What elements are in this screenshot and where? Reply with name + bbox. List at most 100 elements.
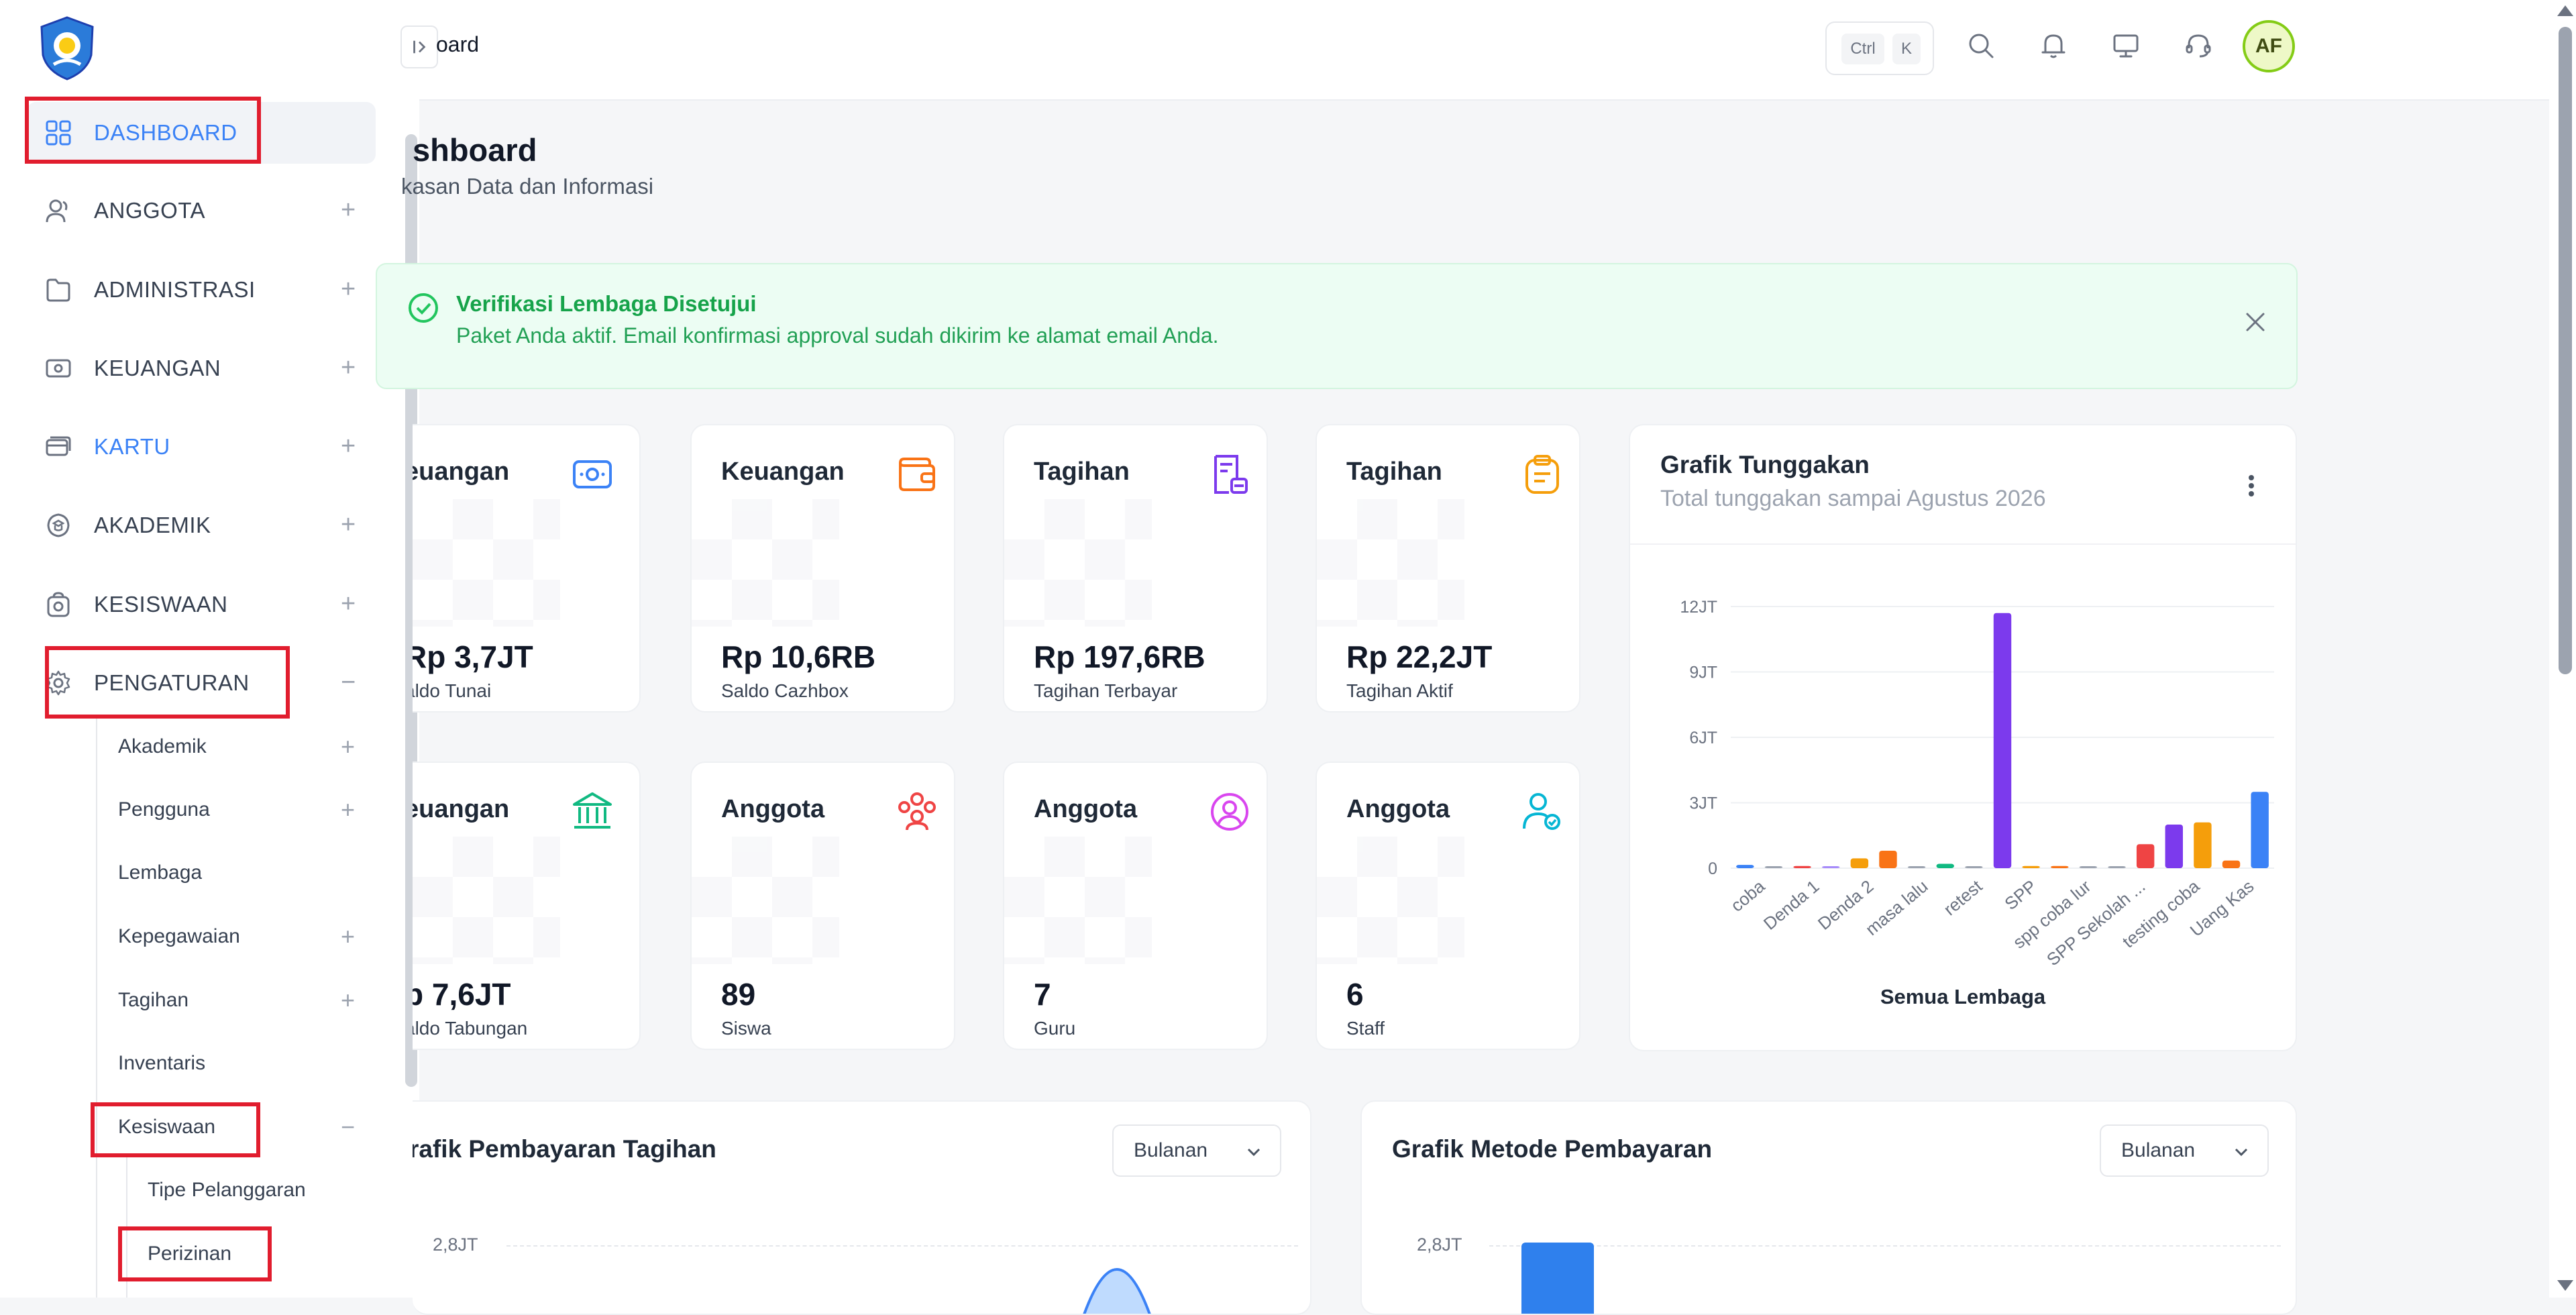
headset-icon[interactable] — [2184, 31, 2213, 60]
period-select[interactable]: Bulanan — [1112, 1124, 1281, 1177]
bar — [2194, 822, 2212, 868]
bell-icon[interactable] — [2039, 31, 2068, 60]
nav-item-akademik[interactable]: AKADEMIK + — [27, 494, 376, 556]
expand-icon[interactable]: + — [341, 590, 356, 617]
y-tick-label: 9JT — [1689, 664, 1717, 682]
card-label: aldo Tabungan — [413, 1018, 528, 1039]
sub-item-tagihan[interactable]: Tagihan + — [118, 974, 373, 1027]
sub-item-kesiswaan[interactable]: Kesiswaan − — [118, 1100, 373, 1154]
nav-label: KARTU — [94, 434, 170, 459]
money-icon — [46, 359, 71, 378]
chevron-down-icon — [1247, 1148, 1260, 1157]
bar — [2051, 865, 2069, 868]
close-icon[interactable] — [2242, 309, 2269, 335]
bar — [2136, 844, 2155, 868]
nav-item-pengaturan[interactable]: PENGATURAN − — [27, 652, 376, 714]
card-label: Staff — [1346, 1018, 1385, 1039]
success-alert: Verifikasi Lembaga Disetujui Paket Anda … — [376, 263, 2298, 389]
stat-card-saldo-cazhbox[interactable]: Keuangan Rp 10,6RB Saldo Cazhbox — [690, 424, 955, 713]
chart-card-pembayaran-tagihan: rafik Pembayaran Tagihan Bulanan 2,8JT — [413, 1100, 1311, 1315]
card-pattern — [413, 837, 560, 964]
chart-title: Grafik Tunggakan — [1660, 451, 1870, 478]
check-circle-icon — [409, 293, 438, 323]
card-title: Tagihan — [1346, 458, 1442, 486]
bar — [1793, 865, 1811, 868]
select-value: Bulanan — [2121, 1139, 2196, 1161]
sub-item-akademik[interactable]: Akademik + — [118, 720, 373, 774]
stat-card-saldo-tabungan[interactable]: euangan p 7,6JT aldo Tabungan — [413, 761, 641, 1050]
sub-item-pengguna[interactable]: Pengguna + — [118, 783, 373, 837]
nav-item-keuangan[interactable]: KEUANGAN + — [27, 337, 376, 399]
nav-label: PENGATURAN — [94, 670, 250, 695]
scroll-down-arrow-icon[interactable] — [2557, 1280, 2573, 1291]
bar — [1965, 866, 1983, 868]
user-check-icon — [1523, 793, 1560, 830]
divider — [1630, 543, 2296, 545]
card-value: p 7,6JT — [413, 977, 511, 1012]
card-title: Anggota — [1346, 795, 1450, 823]
sidebar: DASHBOARD ANGGOTA + ADMINISTRASI + KEUAN… — [0, 0, 419, 1298]
stat-card-siswa[interactable]: Anggota 89 Siswa — [690, 761, 955, 1050]
expand-icon[interactable]: + — [341, 796, 355, 823]
stat-card-tagihan-aktif[interactable]: Tagihan Rp 22,2JT Tagihan Aktif — [1316, 424, 1580, 713]
sidebar-toggle-icon[interactable] — [400, 25, 438, 68]
kbd-k: K — [1892, 34, 1921, 64]
collapse-icon[interactable]: − — [341, 1114, 355, 1141]
search-shortcut[interactable]: Ctrl K — [1825, 21, 1934, 75]
sub-item-lembaga[interactable]: Lembaga — [118, 846, 373, 900]
grid-icon — [46, 120, 71, 146]
sub-sub-item-perizinan[interactable]: Perizinan — [148, 1227, 369, 1281]
gear-icon — [46, 670, 70, 696]
expand-icon[interactable]: + — [341, 354, 356, 381]
expand-icon[interactable]: + — [341, 923, 355, 950]
stat-card-saldo-tunai[interactable]: euangan Rp 3,7JT aldo Tunai — [413, 424, 641, 713]
stat-card-staff[interactable]: Anggota 6 Staff — [1316, 761, 1580, 1050]
expand-icon[interactable]: + — [341, 197, 356, 223]
collapse-icon[interactable]: − — [341, 669, 356, 696]
folder-icon — [46, 278, 70, 302]
alert-message: Paket Anda aktif. Email konfirmasi appro… — [456, 323, 1219, 348]
avatar[interactable]: AF — [2243, 20, 2295, 72]
user-circle-icon — [1211, 793, 1248, 831]
student-icon — [47, 592, 70, 617]
expand-icon[interactable]: + — [341, 987, 355, 1014]
bar — [1850, 858, 1869, 868]
chart-title: Grafik Metode Pembayaran — [1392, 1135, 1713, 1163]
y-tick-label: 3JT — [1689, 794, 1717, 813]
stat-card-tagihan-terbayar[interactable]: Tagihan Rp 197,6RB Tagihan Terbayar — [1003, 424, 1268, 713]
nav-item-anggota[interactable]: ANGGOTA + — [27, 180, 376, 242]
monitor-icon[interactable] — [2111, 31, 2141, 60]
tut-wuri-handayani-logo[interactable] — [34, 15, 101, 82]
stat-card-guru[interactable]: Anggota 7 Guru — [1003, 761, 1268, 1050]
page-title: shboard — [413, 132, 537, 168]
more-vertical-icon[interactable] — [2247, 472, 2255, 499]
card-value: Rp 22,2JT — [1346, 639, 1493, 674]
card-value: Rp 10,6RB — [721, 639, 876, 674]
period-select[interactable]: Bulanan — [2100, 1124, 2269, 1177]
group-icon — [898, 792, 936, 831]
nav-item-kartu[interactable]: KARTU + — [27, 416, 376, 478]
breadcrumb[interactable]: oard — [436, 32, 479, 57]
expand-icon[interactable]: + — [341, 276, 356, 303]
nav-item-dashboard[interactable]: DASHBOARD — [27, 102, 376, 164]
sub-item-label: Perizinan — [148, 1243, 232, 1265]
y-tick-label: 6JT — [1689, 729, 1717, 747]
users-icon — [46, 199, 68, 223]
nav-item-kesiswaan[interactable]: KESISWAAN + — [27, 574, 376, 635]
grid-line — [1489, 1245, 2281, 1247]
expand-icon[interactable]: + — [341, 433, 356, 460]
scroll-up-arrow-icon[interactable] — [2557, 5, 2573, 16]
sub-item-inventaris[interactable]: Inventaris — [118, 1037, 373, 1090]
sub-item-kepegawaian[interactable]: Kepegawaian + — [118, 910, 373, 963]
page-subtitle: kasan Data dan Informasi — [401, 174, 654, 199]
card-title: Anggota — [721, 795, 825, 823]
sub-sub-item-tipe-pelanggaran[interactable]: Tipe Pelanggaran — [148, 1163, 369, 1217]
nav-label: DASHBOARD — [94, 120, 237, 145]
nav-label: ANGGOTA — [94, 198, 206, 223]
nav-item-administrasi[interactable]: ADMINISTRASI + — [27, 259, 376, 321]
search-icon[interactable] — [1966, 31, 1996, 60]
expand-icon[interactable]: + — [341, 511, 356, 538]
expand-icon[interactable]: + — [341, 733, 355, 760]
page-scrollbar-thumb[interactable] — [2559, 27, 2572, 674]
bar — [1736, 865, 1754, 868]
